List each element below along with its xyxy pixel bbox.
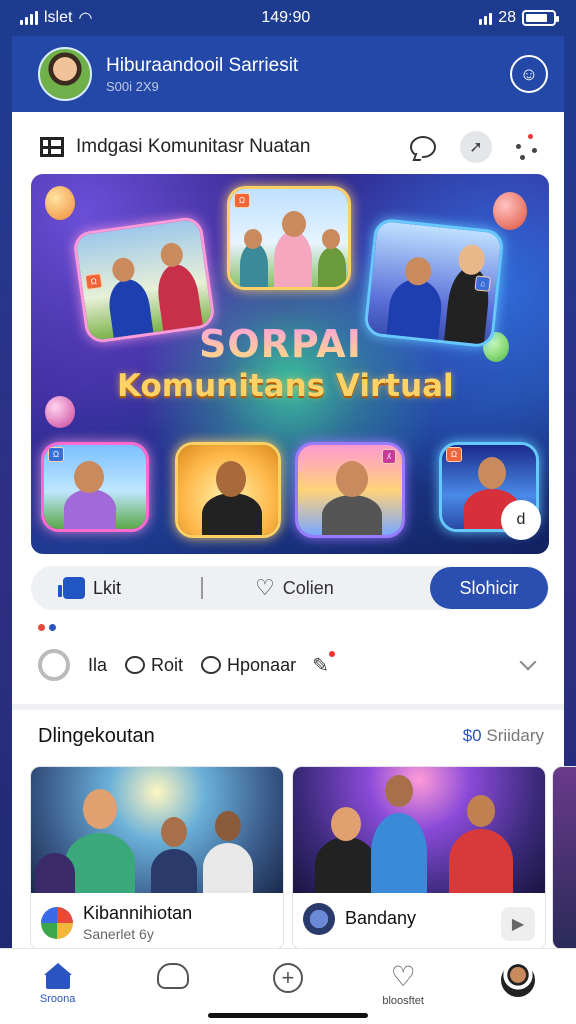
recommendation-card-peek[interactable] <box>552 766 576 950</box>
share-button[interactable]: Slohicir <box>430 567 548 609</box>
settings-icon: ☺ <box>519 63 539 84</box>
post-header: Imdgasi Komunitasr Nuatan ➚ <box>40 131 540 163</box>
like-button[interactable]: Lkit <box>31 577 201 599</box>
hero-image[interactable]: Ω Ω ⌂ Ω ʎ Ω SORPAI Komunitans Virtual d <box>31 174 549 554</box>
recommendation-image <box>31 767 283 893</box>
balloon-decoration <box>493 192 527 230</box>
nav-favorites[interactable]: ♡ bloosftet <box>363 961 443 1008</box>
comment-bubble-icon <box>201 656 222 674</box>
signal-value: 28 <box>498 9 516 26</box>
profile-avatar[interactable] <box>38 47 92 101</box>
send-icon[interactable]: ➚ <box>460 131 492 163</box>
status-left: lslet ◠ <box>20 8 92 28</box>
community-icon <box>156 963 189 989</box>
nav-create[interactable]: + <box>248 963 328 997</box>
nav-community[interactable] <box>133 963 213 993</box>
post-header-icons: ➚ <box>410 131 540 163</box>
hero-title-line2: Komunitans Virtual <box>117 368 454 404</box>
see-all-count: $0 <box>462 726 482 745</box>
profile-avatar <box>501 963 536 997</box>
collect-button[interactable]: ♡ Colien <box>255 577 430 599</box>
battery-icon <box>522 10 559 26</box>
reaction-item[interactable]: Hponaar <box>201 655 296 676</box>
post-header-rest: Komunitasr Nuatan <box>147 136 311 157</box>
signal-icon <box>20 11 38 25</box>
reaction-item[interactable]: Roit <box>125 655 183 676</box>
heart-icon: ♡ <box>255 575 275 600</box>
app-header: Hiburaandooil Sarriesit S00i 2X9 ☺ <box>12 36 564 112</box>
recommendations-header: Dlingekoutan $0 Sriidary <box>38 722 544 750</box>
recommendation-card[interactable]: Bandany ▶ <box>292 766 546 950</box>
edit-icon[interactable]: ✎ <box>312 650 335 678</box>
nav-profile[interactable] <box>478 963 558 1001</box>
ring-icon[interactable] <box>38 649 70 681</box>
thumbs-up-icon <box>58 577 85 599</box>
reply-bubble-icon <box>125 656 146 674</box>
comment-icon[interactable] <box>410 136 436 158</box>
photo-frame[interactable]: Ω <box>71 215 217 345</box>
see-all-label: Sriidary <box>486 726 544 745</box>
hero-corner-button[interactable]: d <box>501 500 541 540</box>
home-indicator[interactable] <box>208 1013 368 1018</box>
photo-frame[interactable]: ʎ <box>295 442 405 538</box>
grid-icon <box>40 137 64 157</box>
channel-logo-icon <box>41 906 73 939</box>
recommendation-meta: Kibannihiotan Sanerlet 6y <box>41 903 192 942</box>
recommendation-card[interactable]: Kibannihiotan Sanerlet 6y <box>30 766 284 950</box>
post-header-text: Imdgasi Komunitasr Nuatan <box>76 136 410 158</box>
post-header-bold: Imdgasi <box>76 136 143 157</box>
post-card: Imdgasi Komunitasr Nuatan ➚ Ω Ω ⌂ Ω ʎ Ω … <box>12 112 564 704</box>
status-time: 149:90 <box>261 9 311 26</box>
hero-title-line1: SORPAI <box>199 322 362 366</box>
carrier-label: lslet <box>44 9 73 26</box>
settings-button[interactable]: ☺ <box>510 55 548 93</box>
reaction-item[interactable]: Ila <box>88 655 107 676</box>
nav-home[interactable]: Sroona <box>18 963 98 1005</box>
channel-logo-icon <box>303 903 335 935</box>
wifi-icon: ◠ <box>78 10 93 27</box>
recommendation-sub: Sanerlet 6y <box>83 926 154 942</box>
heart-icon: ♡ <box>390 961 416 992</box>
page-indicator <box>38 624 56 631</box>
photo-frame[interactable]: Ω <box>227 186 351 290</box>
recommendation-meta: Bandany <box>303 903 416 935</box>
plus-icon: + <box>272 963 303 993</box>
more-options-icon[interactable] <box>516 134 540 160</box>
photo-frame[interactable] <box>175 442 281 538</box>
section-divider <box>12 704 564 710</box>
header-subtitle: S00i 2X9 <box>106 78 159 94</box>
action-separator <box>201 577 203 599</box>
home-icon <box>43 963 73 989</box>
cell-signal-icon <box>479 11 493 25</box>
photo-frame[interactable]: Ω <box>41 442 149 532</box>
header-names: Hiburaandooil Sarriesit S00i 2X9 <box>106 55 510 94</box>
play-icon[interactable]: ▶ <box>501 907 535 941</box>
recommendation-name: Bandany <box>345 907 417 928</box>
chevron-down-icon[interactable] <box>519 653 537 671</box>
photo-frame[interactable]: ⌂ <box>363 217 505 349</box>
reaction-row: Ila Roit Hponaar ✎ <box>38 648 544 682</box>
reaction-label: Hponaar <box>227 654 297 675</box>
see-all-link[interactable]: $0 Sriidary <box>463 726 544 746</box>
collect-label: Colien <box>282 577 334 598</box>
side-decoration-left <box>0 36 12 1024</box>
action-row: Lkit ♡ Colien Slohicir <box>31 566 549 610</box>
balloon-decoration <box>45 396 75 428</box>
status-bar: lslet ◠ 149:90 28 <box>0 0 576 36</box>
like-label: Lkit <box>93 577 122 598</box>
recommendation-image <box>293 767 545 893</box>
header-title: Hiburaandooil Sarriesit <box>106 54 299 76</box>
nav-favorites-label: bloosftet <box>382 995 424 1007</box>
status-right: 28 <box>479 9 559 27</box>
recommendation-name: Kibannihiotan <box>83 903 193 923</box>
balloon-decoration <box>45 186 75 220</box>
nav-home-label: Sroona <box>39 993 76 1005</box>
recommendations-title: Dlingekoutan <box>38 724 155 747</box>
reaction-label: Roit <box>151 654 184 675</box>
